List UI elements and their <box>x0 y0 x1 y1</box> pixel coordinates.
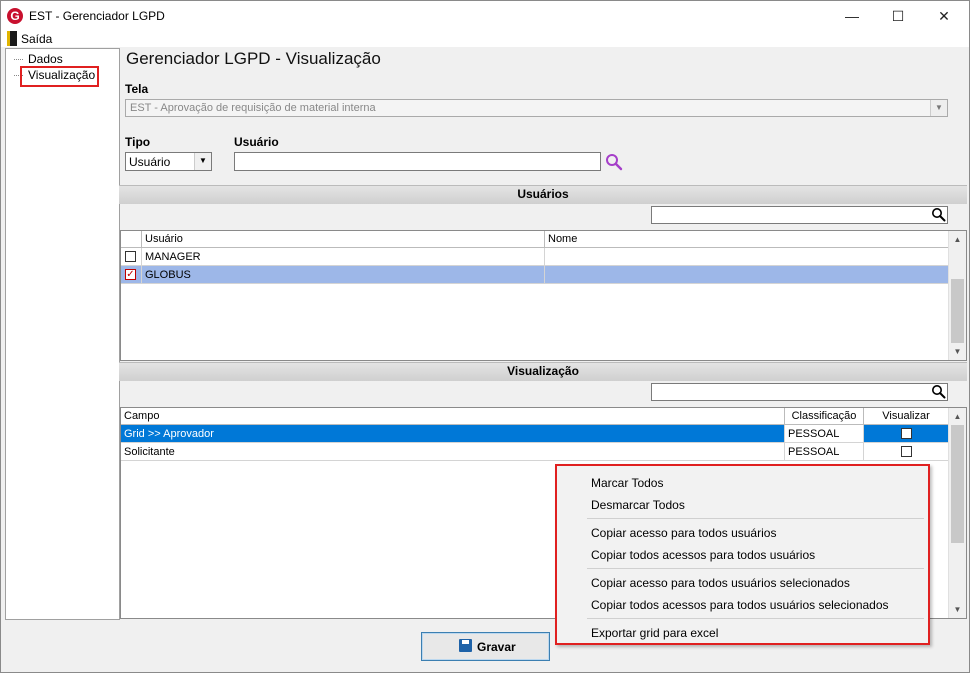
cell-classificacao: PESSOAL <box>785 443 864 461</box>
cell-usuario: MANAGER <box>142 248 545 266</box>
users-search-input[interactable] <box>651 206 948 224</box>
tree-connector <box>14 59 23 60</box>
app-logo-icon: G <box>7 8 23 24</box>
floppy-disk-icon <box>459 639 472 652</box>
scroll-up-icon[interactable]: ▲ <box>949 231 966 248</box>
menu-bar <box>1 31 969 47</box>
menu-item-copy-all-access-selected-users[interactable]: Copiar todos acessos para todos usuários… <box>591 598 889 612</box>
window-title: EST - Gerenciador LGPD <box>29 9 165 23</box>
scroll-down-icon[interactable]: ▼ <box>949 601 966 618</box>
row-checkbox[interactable] <box>125 251 136 262</box>
menu-item-unmark-all[interactable]: Desmarcar Todos <box>591 498 685 512</box>
search-icon[interactable] <box>605 153 623 171</box>
minimize-button[interactable]: — <box>829 1 875 31</box>
table-row[interactable]: ✓ GLOBUS <box>121 266 949 284</box>
menu-item-mark-all[interactable]: Marcar Todos <box>591 476 663 490</box>
chevron-down-icon[interactable]: ▼ <box>930 100 947 116</box>
chevron-down-icon[interactable]: ▼ <box>194 153 211 170</box>
cell-usuario: GLOBUS <box>142 266 545 284</box>
column-header-nome[interactable]: Nome <box>545 231 949 248</box>
users-grid: Usuário Nome MANAGER ✓ GLOBUS ▲ ▼ <box>120 230 967 361</box>
menu-item-copy-access-all-users[interactable]: Copiar acesso para todos usuários <box>591 526 776 540</box>
table-row[interactable]: Solicitante PESSOAL <box>121 443 949 461</box>
usuario-input[interactable] <box>234 152 601 171</box>
tree-item-dados[interactable]: Dados <box>28 52 63 66</box>
menu-item-export-excel[interactable]: Exportar grid para excel <box>591 626 718 640</box>
column-header-usuario[interactable]: Usuário <box>142 231 545 248</box>
exit-door-icon[interactable] <box>7 31 17 46</box>
view-search-input[interactable] <box>651 383 948 401</box>
view-scrollbar[interactable]: ▲ ▼ <box>948 408 966 618</box>
menu-separator <box>587 568 924 569</box>
visualizar-checkbox[interactable] <box>901 446 912 457</box>
save-button-label: Gravar <box>477 640 516 654</box>
usuario-label: Usuário <box>234 135 279 149</box>
cell-nome <box>545 266 949 284</box>
tipo-select[interactable]: Usuário ▼ <box>125 152 212 171</box>
cell-campo: Solicitante <box>121 443 785 461</box>
navigation-tree: Dados Visualização <box>5 48 120 620</box>
column-header-classificacao[interactable]: Classificação <box>785 408 864 425</box>
grid-header-checkbox-col <box>121 231 142 248</box>
table-row[interactable]: MANAGER <box>121 248 949 266</box>
view-section-header: Visualização <box>119 362 967 381</box>
tela-combobox[interactable]: EST - Aprovação de requisição de materia… <box>125 99 948 117</box>
column-header-visualizar[interactable]: Visualizar <box>864 408 949 425</box>
menu-item-copy-all-access-all-users[interactable]: Copiar todos acessos para todos usuários <box>591 548 815 562</box>
scroll-up-icon[interactable]: ▲ <box>949 408 966 425</box>
tipo-label: Tipo <box>125 135 151 149</box>
cell-campo: Grid >> Aprovador <box>121 425 785 443</box>
context-menu: Marcar Todos Desmarcar Todos Copiar aces… <box>555 464 930 645</box>
cell-classificacao: PESSOAL <box>785 425 864 443</box>
tipo-value: Usuário <box>129 155 171 169</box>
cell-nome <box>545 248 949 266</box>
maximize-button[interactable]: ☐ <box>875 1 921 31</box>
row-checkbox[interactable]: ✓ <box>125 269 136 280</box>
visualizar-checkbox[interactable] <box>901 428 912 439</box>
users-section-header: Usuários <box>119 185 967 204</box>
tela-value: EST - Aprovação de requisição de materia… <box>130 102 376 114</box>
menu-item-exit[interactable]: Saída <box>21 32 52 46</box>
column-header-campo[interactable]: Campo <box>121 408 785 425</box>
search-icon[interactable] <box>931 207 946 222</box>
menu-item-copy-access-selected-users[interactable]: Copiar acesso para todos usuários seleci… <box>591 576 850 590</box>
close-button[interactable]: ✕ <box>921 1 967 31</box>
save-button[interactable]: Gravar <box>421 632 550 661</box>
app-window: G EST - Gerenciador LGPD — ☐ ✕ Saída Dad… <box>0 0 970 673</box>
users-scrollbar[interactable]: ▲ ▼ <box>948 231 966 360</box>
page-title: Gerenciador LGPD - Visualização <box>126 49 381 68</box>
tree-item-visualizacao[interactable]: Visualização <box>28 68 95 82</box>
menu-separator <box>587 518 924 519</box>
search-icon[interactable] <box>931 384 946 399</box>
scroll-down-icon[interactable]: ▼ <box>949 343 966 360</box>
table-row[interactable]: Grid >> Aprovador PESSOAL <box>121 425 949 443</box>
tela-label: Tela <box>125 82 149 96</box>
menu-separator <box>587 618 924 619</box>
scroll-thumb[interactable] <box>951 425 964 543</box>
scroll-thumb[interactable] <box>951 279 964 343</box>
